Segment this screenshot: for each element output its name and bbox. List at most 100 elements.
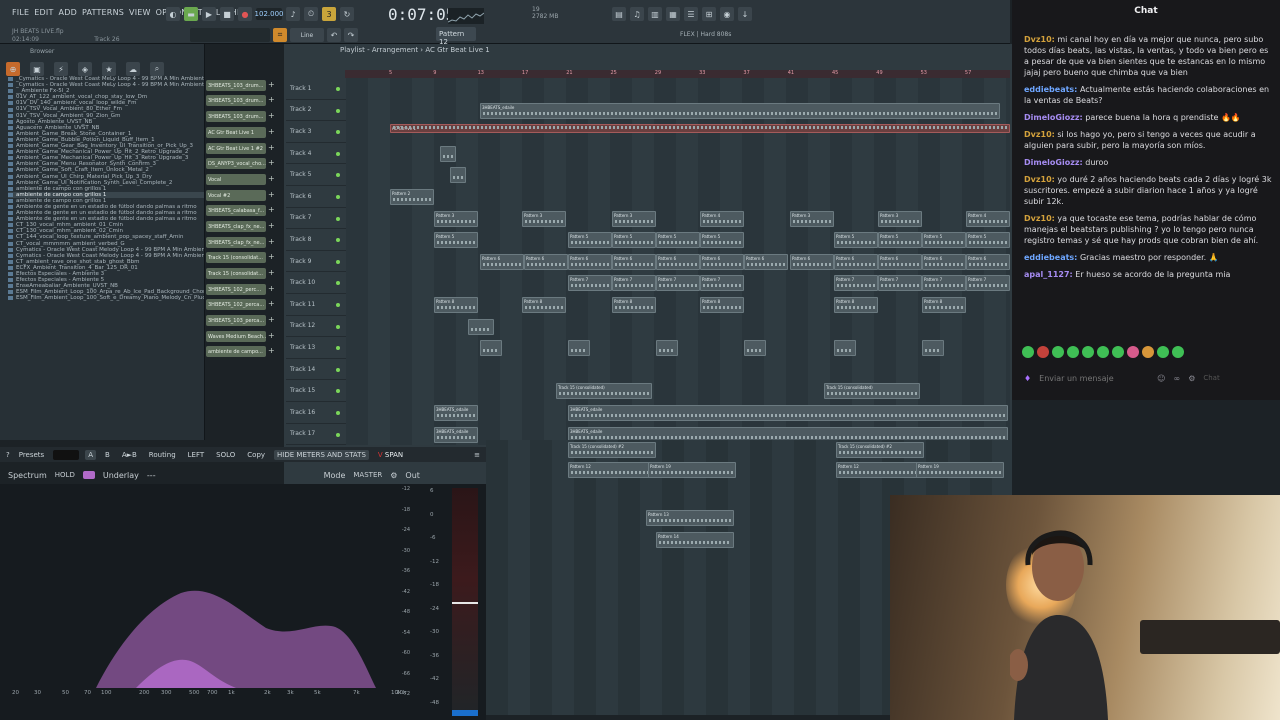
playlist-picker-item[interactable]: 3HBEATS_clap_fx_ne... + (206, 219, 276, 234)
playlist-clip[interactable]: Pattern 8 (522, 297, 566, 313)
playlist-clip[interactable]: Pattern 6 (700, 253, 744, 270)
playlist-clip[interactable]: Pattern 7 (612, 275, 656, 292)
playlist-clip[interactable]: Pattern 3 (434, 210, 478, 227)
chat-username[interactable]: DimeloGiozz: (1024, 113, 1083, 122)
playlist-picker-item[interactable]: 3HBEATS_103_drum... + (206, 94, 276, 109)
playlist-clip[interactable]: Pattern 14 (656, 532, 734, 548)
playlist-picker-item[interactable]: 3HBEATS_clap_fx_ne... + (206, 235, 276, 250)
points-icon[interactable]: ♦ (1024, 374, 1031, 383)
add-icon[interactable]: + (268, 237, 275, 248)
underlay-color-swatch[interactable] (82, 471, 95, 479)
menu-view[interactable]: VIEW (129, 8, 151, 17)
playlist-clip[interactable]: Pattern 6 (834, 253, 878, 270)
playlist-clip[interactable]: 3HBEATS_edaile (568, 405, 1008, 421)
mixer-icon[interactable]: ▦ (666, 7, 680, 21)
underlay-label[interactable]: Underlay (103, 471, 139, 480)
time-display[interactable]: 0:07:05 (388, 5, 455, 24)
track-header[interactable]: Track 7 (286, 208, 346, 230)
playlist-clip[interactable]: Pattern 6 (878, 253, 922, 270)
playlist-clip[interactable] (744, 340, 766, 357)
emote-icon[interactable] (1112, 346, 1124, 358)
chat-settings-icon[interactable]: ⚙ (1188, 374, 1195, 383)
track-header[interactable]: Track 3 (286, 121, 346, 143)
redo-icon[interactable]: ↷ (344, 28, 358, 42)
browser-star-icon[interactable]: ★ (102, 62, 116, 76)
playlist-clip[interactable] (922, 340, 944, 357)
playlist-clip[interactable] (568, 340, 590, 357)
browser-samples-icon[interactable]: ◈ (78, 62, 92, 76)
playlist-clip[interactable]: Pattern 5 (922, 232, 966, 249)
playlist-picker-item[interactable]: Track 15 (consolidat... + (206, 266, 276, 281)
playlist-clip[interactable]: Pattern 5 (612, 232, 656, 249)
playlist-picker-item[interactable]: 3HBEATS_103_drum... + (206, 109, 276, 124)
playlist-clip[interactable]: AC Gtr..ve 1 (390, 124, 1010, 134)
playlist-picker-item[interactable]: Track 15 (consolidat... + (206, 251, 276, 266)
browser-icon[interactable]: ☰ (684, 7, 698, 21)
track-header[interactable]: Track 5 (286, 164, 346, 186)
playlist-clip[interactable] (450, 167, 466, 184)
playlist-clip[interactable]: Pattern 4 (966, 210, 1010, 227)
playlist-clip[interactable]: Pattern 7 (922, 275, 966, 292)
browser-all-icon[interactable]: ⊕ (6, 62, 20, 76)
playlist-clip[interactable]: 3HBEATS_edaile (434, 405, 478, 421)
playlist-picker-item[interactable]: 3HBEATS_102_perc... + (206, 282, 276, 297)
emote-icon[interactable] (1157, 346, 1169, 358)
channel-rack-icon[interactable]: ▥ (648, 7, 662, 21)
playlist-clip[interactable]: Track 15 (consolidated) (824, 383, 920, 400)
pattern-song-toggle-icon[interactable]: ◐ (166, 7, 180, 21)
countdown-icon[interactable]: 3 (322, 7, 336, 21)
spectrum-tab[interactable]: Spectrum (8, 471, 47, 480)
playlist-clip[interactable]: Pattern 6 (922, 253, 966, 270)
a-button[interactable]: A (85, 449, 96, 460)
emote-icon[interactable] (1052, 346, 1064, 358)
playlist-clip[interactable]: Pattern 19 (648, 462, 736, 478)
playlist-clip[interactable]: Pattern 6 (568, 253, 612, 270)
playlist-clip[interactable]: Track 15 (consolidated) #2 (836, 442, 924, 458)
menu-add[interactable]: ADD (59, 8, 77, 17)
chat-username[interactable]: apal_1127: (1024, 270, 1073, 279)
playlist-picker-item[interactable]: AC Gtr Beat Live 1 #2 + (206, 141, 276, 156)
playlist-clip[interactable]: 3HBEATS_edaile (434, 426, 478, 443)
playlist-clip[interactable]: Pattern 3 (790, 210, 834, 227)
add-icon[interactable]: + (268, 80, 275, 91)
playlist-clip[interactable]: Pattern 6 (744, 253, 788, 270)
playlist-picker-item[interactable]: 3HBEATS_102_perca... + (206, 298, 276, 313)
add-icon[interactable]: + (268, 111, 275, 122)
playlist-clip[interactable]: Pattern 8 (834, 297, 878, 313)
playlist-clip[interactable]: Pattern 8 (922, 297, 966, 313)
metronome-icon[interactable]: ♪ (286, 7, 300, 21)
playlist-window-icon[interactable]: ▤ (612, 7, 626, 21)
add-icon[interactable]: + (268, 331, 275, 342)
plugin-db-icon[interactable]: ⊞ (702, 7, 716, 21)
chat-send-button[interactable]: Chat (1203, 374, 1219, 382)
bits-icon[interactable]: ∞ (1174, 374, 1181, 383)
playlist-clip[interactable]: Pattern 6 (480, 253, 524, 270)
emote-icon[interactable] (1172, 346, 1184, 358)
settings-gear-icon[interactable]: ⚙ (390, 471, 397, 480)
playlist-clip[interactable]: Pattern 5 (878, 232, 922, 249)
record-icon[interactable]: ● (238, 7, 252, 21)
add-icon[interactable]: + (268, 143, 275, 154)
master-slider[interactable] (190, 28, 270, 42)
add-icon[interactable]: + (268, 158, 275, 169)
download-icon[interactable]: ↓ (738, 7, 752, 21)
preset-name-field[interactable] (53, 449, 80, 460)
add-icon[interactable]: + (268, 174, 275, 185)
playlist-picker-item[interactable]: Vocal #2 + (206, 188, 276, 203)
loop-record-icon[interactable]: ↻ (340, 7, 354, 21)
browser-plugins-icon[interactable]: ⚡ (54, 62, 68, 76)
menu-edit[interactable]: EDIT (34, 8, 53, 17)
playlist-clip[interactable]: Pattern 5 (656, 232, 700, 249)
undo-icon[interactable]: ↶ (327, 28, 341, 42)
playlist-clip[interactable]: Pattern 7 (568, 275, 612, 292)
tempo-display[interactable]: 102.000 (255, 8, 283, 20)
track-header[interactable]: Track 13 (286, 337, 346, 359)
add-icon[interactable]: + (268, 190, 275, 201)
stop-icon[interactable]: ■ (220, 7, 234, 21)
playlist-clip[interactable]: Pattern 7 (656, 275, 700, 292)
playlist-clip[interactable]: Pattern 5 (966, 232, 1010, 249)
menu-patterns[interactable]: PATTERNS (82, 8, 124, 17)
playlist-clip[interactable]: Pattern 12 (836, 462, 924, 478)
underlay-value[interactable]: --- (147, 471, 156, 480)
b-button[interactable]: B (102, 450, 113, 460)
